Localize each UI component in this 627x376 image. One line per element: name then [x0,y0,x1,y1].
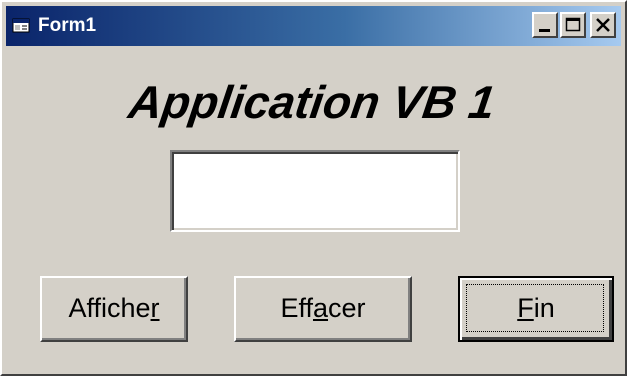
text-input[interactable] [170,150,460,232]
afficher-label: Afficher [68,293,160,323]
form-window-icon[interactable] [12,17,32,35]
maximize-button[interactable] [560,12,586,38]
fin-button[interactable]: Fin [458,276,614,342]
form1-window: Form1 Application VB 1 Afficher Effacer … [0,0,627,376]
title-bar[interactable]: Form1 [6,6,621,46]
application-heading: Application VB 1 [125,76,499,128]
close-icon [596,18,610,32]
minimize-button[interactable] [532,12,558,38]
window-title: Form1 [38,15,97,36]
maximize-icon [565,17,581,32]
fin-label: Fin [517,293,555,323]
minimize-icon [539,29,550,32]
effacer-label: Effacer [280,293,366,323]
effacer-button[interactable]: Effacer [234,276,412,342]
close-button[interactable] [590,12,616,38]
afficher-button[interactable]: Afficher [40,276,188,342]
